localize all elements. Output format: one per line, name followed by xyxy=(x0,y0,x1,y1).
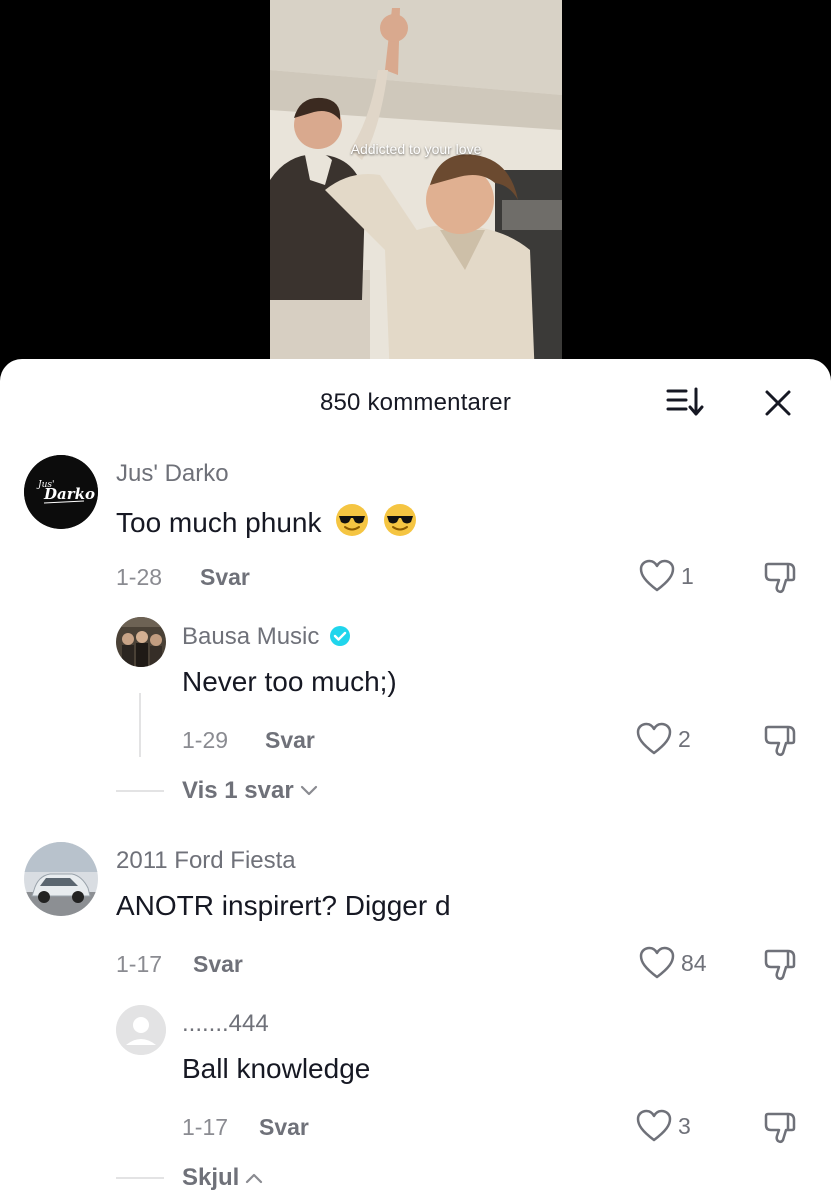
like-count: 84 xyxy=(681,949,707,976)
comment-text: ANOTR inspirert? Digger d xyxy=(116,890,451,921)
video-frame[interactable]: Addicted to your love xyxy=(270,0,562,380)
thumbs-down-icon xyxy=(764,949,796,981)
divider xyxy=(116,1177,164,1179)
reply-username[interactable]: .......444 xyxy=(182,1010,269,1038)
reply-date: 1-17 xyxy=(182,1114,229,1140)
like-button[interactable]: 84 xyxy=(639,946,707,980)
dislike-button[interactable] xyxy=(762,945,802,985)
reply-button[interactable]: Svar xyxy=(259,1114,309,1141)
comment-date: 1-17 xyxy=(116,951,163,977)
like-button[interactable]: 3 xyxy=(636,1109,691,1143)
comment-item: 2011 Ford Fiesta ANOTR inspirert? Digger… xyxy=(0,359,831,1200)
video-still xyxy=(270,0,562,380)
comment-username[interactable]: 2011 Ford Fiesta xyxy=(116,847,296,875)
car-photo-avatar xyxy=(24,842,98,916)
reply-text: Ball knowledge xyxy=(182,1053,371,1084)
video-player[interactable]: Addicted to your love xyxy=(0,0,831,380)
reply-button[interactable]: Svar xyxy=(193,951,243,978)
heart-icon xyxy=(636,1109,672,1142)
avatar[interactable] xyxy=(24,842,98,916)
thumbs-down-icon xyxy=(764,1112,796,1144)
hide-replies-button[interactable]: Skjul xyxy=(116,1164,265,1192)
comments-sheet: 850 kommentarer Jus' Darko Jus' Darko To… xyxy=(0,359,831,1200)
dislike-button[interactable] xyxy=(762,1108,802,1148)
default-user-avatar-icon xyxy=(116,1005,166,1055)
avatar[interactable] xyxy=(116,1005,166,1055)
video-caption: Addicted to your love xyxy=(350,141,482,157)
like-count: 3 xyxy=(678,1112,691,1139)
chevron-up-icon xyxy=(246,1173,263,1184)
heart-icon xyxy=(639,946,675,979)
hide-replies-label: Skjul xyxy=(182,1164,240,1191)
